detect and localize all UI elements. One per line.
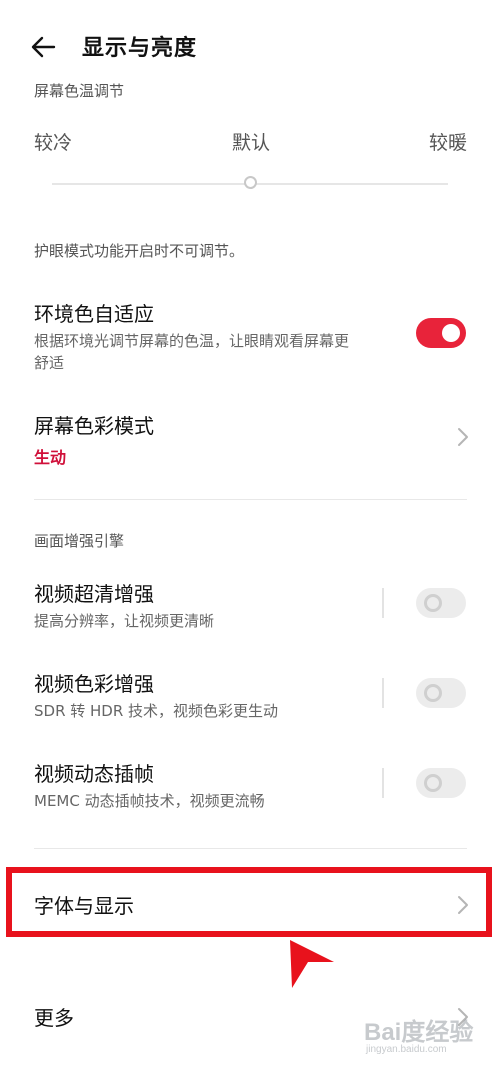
divider — [34, 499, 467, 500]
color-mode-row[interactable]: 屏幕色彩模式 生动 — [0, 408, 500, 468]
ambient-adaptive-title: 环境色自适应 — [34, 302, 154, 326]
color-temp-labels: 较冷 默认 较暖 — [34, 128, 467, 156]
toggle-knob — [424, 684, 442, 702]
pointer-arrow-icon — [290, 940, 334, 988]
toggle-knob — [424, 594, 442, 612]
super-resolution-toggle[interactable] — [416, 588, 466, 618]
header-bar: 显示与亮度 — [0, 0, 500, 90]
vertical-divider — [382, 678, 384, 708]
temp-cold-label: 较冷 — [34, 132, 73, 154]
ambient-adaptive-row[interactable]: 环境色自适应 根据环境光调节屏幕的色温，让眼睛观看屏幕更 舒适 — [0, 296, 500, 380]
enhance-item-desc: SDR 转 HDR 技术，视频色彩更生动 — [34, 702, 279, 720]
color-temp-slider-thumb[interactable] — [243, 176, 257, 189]
more-title: 更多 — [34, 1006, 74, 1030]
memc-toggle[interactable] — [416, 768, 466, 798]
enhance-item-title: 视频色彩增强 — [34, 672, 154, 696]
watermark-logo: Bai度经验 jingyan.baidu.com — [364, 1012, 494, 1062]
color-mode-value: 生动 — [34, 448, 67, 467]
ambient-adaptive-toggle[interactable] — [416, 318, 466, 348]
font-display-title: 字体与显示 — [34, 894, 134, 918]
enhance-item-title: 视频超清增强 — [34, 582, 154, 606]
watermark-sub: jingyan.baidu.com — [366, 1044, 447, 1055]
toggle-knob — [424, 774, 442, 792]
ambient-adaptive-desc-line2: 舒适 — [34, 354, 65, 372]
back-arrow-icon[interactable] — [30, 34, 56, 60]
chevron-right-icon — [458, 428, 468, 446]
temp-warm-label: 较暖 — [428, 132, 467, 154]
ambient-adaptive-desc-line1: 根据环境光调节屏幕的色温，让眼睛观看屏幕更 — [34, 332, 350, 350]
enhance-row-memc[interactable]: 视频动态插帧 MEMC 动态插帧技术，视频更流畅 — [0, 756, 500, 816]
watermark-text: Bai度经验 — [364, 1019, 474, 1046]
vertical-divider — [382, 588, 384, 618]
divider — [34, 848, 467, 849]
vertical-divider — [382, 768, 384, 798]
enhance-row-super-resolution[interactable]: 视频超清增强 提高分辨率，让视频更清晰 — [0, 576, 500, 636]
color-mode-title: 屏幕色彩模式 — [34, 414, 154, 438]
font-display-row[interactable]: 字体与显示 — [0, 888, 500, 924]
section-label-color-temp: 屏幕色温调节 — [34, 82, 125, 100]
enhance-item-desc: 提高分辨率，让视频更清晰 — [34, 612, 215, 630]
display-brightness-screen: 显示与亮度 屏幕色温调节 较冷 默认 较暖 护眼模式功能开启时不可调节。 环境色… — [0, 0, 500, 1068]
enhance-item-title: 视频动态插帧 — [34, 762, 154, 786]
chevron-right-icon — [458, 896, 468, 914]
toggle-knob — [442, 324, 460, 342]
temp-default-label: 默认 — [232, 132, 271, 154]
page-title: 显示与亮度 — [82, 36, 198, 61]
enhance-item-desc: MEMC 动态插帧技术，视频更流畅 — [34, 792, 265, 810]
color-enhance-toggle[interactable] — [416, 678, 466, 708]
enhance-row-color[interactable]: 视频色彩增强 SDR 转 HDR 技术，视频色彩更生动 — [0, 666, 500, 726]
eye-care-note: 护眼模式功能开启时不可调节。 — [34, 242, 245, 260]
section-label-enhance: 画面增强引擎 — [34, 532, 125, 550]
